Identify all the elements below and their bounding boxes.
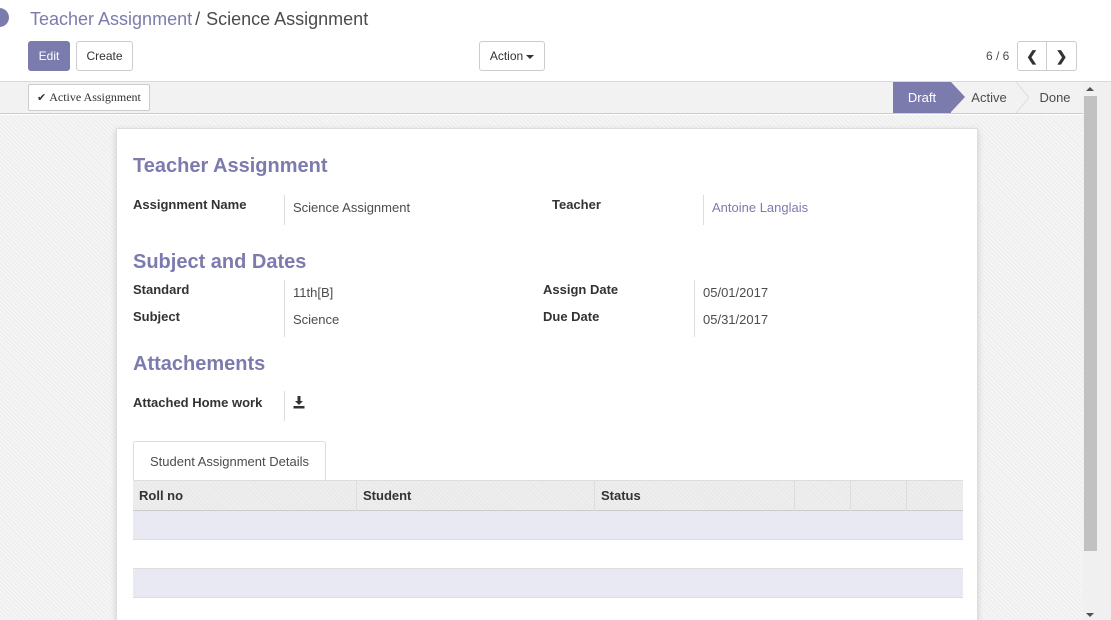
column-header-extra xyxy=(851,481,907,511)
table-row xyxy=(133,569,963,598)
column-header-status[interactable]: Status xyxy=(595,481,795,511)
subject-value: Science xyxy=(293,312,340,327)
breadcrumb-parent-link[interactable]: Teacher Assignment xyxy=(30,9,192,29)
table-row xyxy=(133,511,963,540)
assign-date-value: 05/01/2017 xyxy=(703,285,769,300)
assign-date-label: Assign Date xyxy=(543,282,619,297)
due-date-label: Due Date xyxy=(543,309,600,324)
stage-active[interactable]: Active xyxy=(963,82,1015,113)
column-header-roll-no[interactable]: Roll no xyxy=(133,481,357,511)
column-header-extra xyxy=(795,481,851,511)
section-title-attachments: Attachements xyxy=(133,353,266,375)
teacher-label: Teacher xyxy=(552,197,601,212)
column-header-student[interactable]: Student xyxy=(357,481,595,511)
active-assignment-label: Active Assignment xyxy=(49,90,141,104)
statusbar: ✔ Active Assignment Draft Active Done xyxy=(0,82,1083,114)
form-view: Teacher Assignment Assignment Name Scien… xyxy=(0,115,1083,620)
pager-next-button[interactable]: ❯ xyxy=(1046,41,1077,71)
section-title-subject-dates: Subject and Dates xyxy=(133,251,307,273)
breadcrumb-current: Science Assignment xyxy=(206,9,369,29)
scrollbar-thumb[interactable] xyxy=(1084,96,1097,551)
field-divider xyxy=(284,391,285,421)
standard-value: 11th[B] xyxy=(293,285,334,300)
scroll-down-icon[interactable] xyxy=(1086,613,1094,617)
column-header-extra xyxy=(907,481,963,511)
breadcrumb-separator: / xyxy=(195,9,201,29)
control-panel: Teacher Assignment / Science Assignment Ed… xyxy=(0,0,1111,82)
teacher-value-link[interactable]: Antoine Langlais xyxy=(712,200,808,215)
due-date-value: 05/31/2017 xyxy=(703,312,769,327)
attached-home-work-label: Attached Home work xyxy=(133,395,263,410)
table-header: Roll no Student Status xyxy=(133,481,963,511)
download-icon[interactable] xyxy=(293,396,305,409)
checkmark-icon: ✔ xyxy=(37,91,47,104)
action-dropdown-button[interactable]: Action xyxy=(479,41,545,71)
active-assignment-button[interactable]: ✔ Active Assignment xyxy=(28,84,150,111)
field-divider xyxy=(703,195,704,225)
app-icon[interactable] xyxy=(0,8,9,27)
section-title-teacher-assignment: Teacher Assignment xyxy=(133,155,328,177)
breadcrumb: Teacher Assignment / Science Assignment xyxy=(30,8,368,30)
caret-down-icon xyxy=(526,54,535,59)
table-row xyxy=(133,540,963,569)
tab-student-assignment-details[interactable]: Student Assignment Details xyxy=(133,441,326,481)
pager-value[interactable]: 6 / 6 xyxy=(986,49,1009,63)
stage-draft[interactable]: Draft xyxy=(893,82,965,113)
edit-button[interactable]: Edit xyxy=(28,41,70,71)
assignment-name-label: Assignment Name xyxy=(133,197,247,212)
field-divider xyxy=(284,280,285,337)
subject-label: Subject xyxy=(133,309,180,324)
student-assignment-table: Roll no Student Status xyxy=(133,481,963,598)
form-sheet: Teacher Assignment Assignment Name Scien… xyxy=(116,128,978,620)
action-label: Action xyxy=(489,49,524,63)
assignment-name-value: Science Assignment xyxy=(293,200,411,215)
stage-separator-icon xyxy=(1016,82,1030,113)
pager-previous-button[interactable]: ❮ xyxy=(1017,41,1047,71)
scroll-up-icon[interactable] xyxy=(1086,87,1094,91)
field-divider xyxy=(284,195,285,225)
create-button[interactable]: Create xyxy=(76,41,133,71)
field-divider xyxy=(694,280,695,337)
stage-done[interactable]: Done xyxy=(1029,82,1081,113)
standard-label: Standard xyxy=(133,282,190,297)
